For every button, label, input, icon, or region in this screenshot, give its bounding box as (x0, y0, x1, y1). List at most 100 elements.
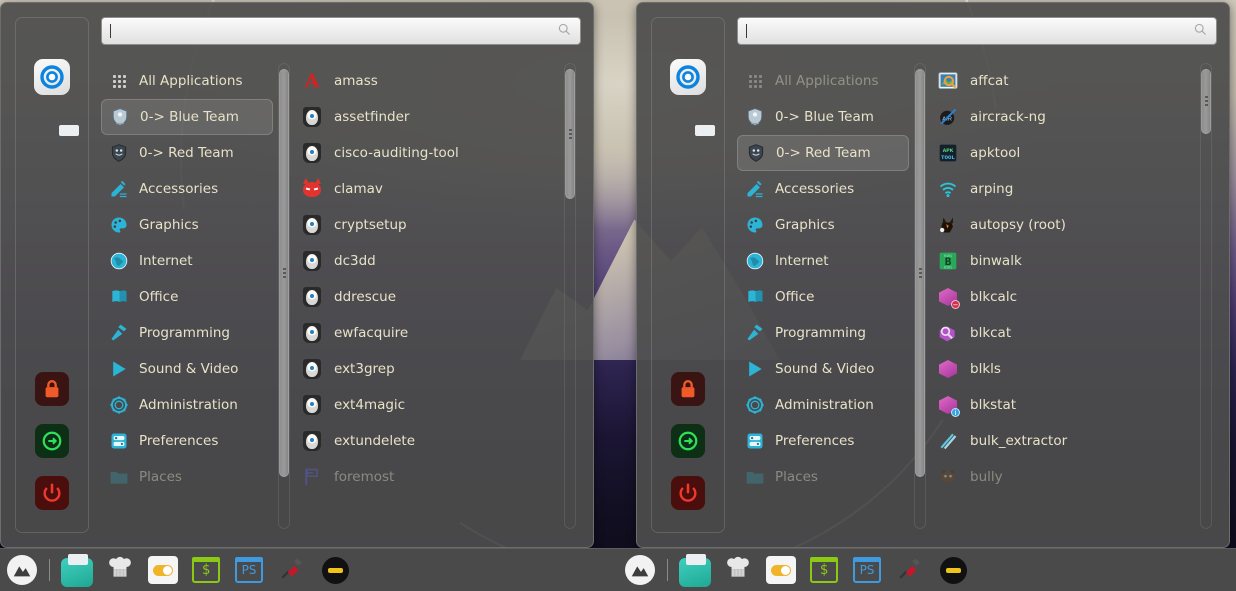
category-item-administration[interactable]: Administration (101, 387, 273, 423)
application-item-ddrescue[interactable]: ddrescue (295, 279, 559, 315)
ninja-icon (940, 557, 967, 584)
category-item-programming[interactable]: Programming (101, 315, 273, 351)
taskbar-right: $ PS (618, 549, 1236, 591)
log-out-icon (35, 424, 69, 458)
application-item-foremost[interactable]: foremost (295, 459, 559, 495)
powershell-button[interactable]: PS (851, 554, 883, 586)
category-scrollbar[interactable] (914, 63, 926, 529)
category-item-places[interactable]: Places (737, 459, 909, 495)
powershell-button[interactable]: PS (233, 554, 265, 586)
applications-menu-button[interactable] (624, 554, 656, 586)
application-item-assetfinder[interactable]: assetfinder (295, 99, 559, 135)
category-item-places[interactable]: Places (101, 459, 273, 495)
ninja-icon (322, 557, 349, 584)
category-item-0-red-team[interactable]: 0-> Red Team (101, 135, 273, 171)
ninja-button[interactable] (937, 554, 969, 586)
chef-hat-button[interactable] (104, 554, 136, 586)
search-icon (1193, 22, 1208, 41)
application-item-label: foremost (334, 469, 394, 485)
chef-hat-icon (725, 555, 751, 585)
red-team-icon (109, 143, 129, 163)
application-item-aircrack-ng[interactable]: AIRaircrack-ng (931, 99, 1195, 135)
application-item-autopsy-root[interactable]: autopsy (root) (931, 207, 1195, 243)
application-item-blkls[interactable]: blkls (931, 351, 1195, 387)
category-item-office[interactable]: Office (737, 279, 909, 315)
sidebar-button-settings[interactable] (669, 58, 707, 96)
sidebar-button-file-manager[interactable] (669, 110, 707, 148)
category-item-sound-video[interactable]: Sound & Video (737, 351, 909, 387)
search-input[interactable] (737, 17, 1217, 45)
palette-icon (109, 215, 129, 235)
category-item-0-blue-team[interactable]: 0-> Blue Team (737, 99, 909, 135)
application-item-amass[interactable]: Aamass (295, 63, 559, 99)
category-scrollbar-thumb[interactable] (279, 69, 289, 477)
category-item-label: Places (139, 469, 182, 485)
application-item-extundelete[interactable]: extundelete (295, 423, 559, 459)
ninja-button[interactable] (319, 554, 351, 586)
sidebar-button-lock-screen[interactable] (669, 370, 707, 408)
category-item-office[interactable]: Office (101, 279, 273, 315)
application-item-clamav[interactable]: clamav (295, 171, 559, 207)
category-item-accessories[interactable]: Accessories (101, 171, 273, 207)
category-item-internet[interactable]: Internet (737, 243, 909, 279)
chef-hat-button[interactable] (722, 554, 754, 586)
application-item-ewfacquire[interactable]: ewfacquire (295, 315, 559, 351)
syringe-button[interactable] (894, 554, 926, 586)
application-item-blkstat[interactable]: iblkstat (931, 387, 1195, 423)
application-scrollbar-thumb[interactable] (1201, 69, 1211, 134)
applications-menu-button[interactable] (6, 554, 38, 586)
application-scrollbar[interactable] (564, 63, 576, 529)
wifi-icon (937, 178, 959, 200)
application-item-apktool[interactable]: APKTOOLapktool (931, 135, 1195, 171)
application-scrollbar-thumb[interactable] (565, 69, 575, 199)
application-item-binwalk[interactable]: B01010101binwalk (931, 243, 1195, 279)
search-icon (557, 22, 572, 41)
application-item-label: blkstat (970, 397, 1016, 413)
sidebar-button-log-out[interactable] (669, 422, 707, 460)
application-item-bully[interactable]: bully (931, 459, 1195, 495)
category-item-accessories[interactable]: Accessories (737, 171, 909, 207)
syringe-button[interactable] (276, 554, 308, 586)
category-item-internet[interactable]: Internet (101, 243, 273, 279)
terminal-button[interactable]: $ (190, 554, 222, 586)
category-item-preferences[interactable]: Preferences (101, 423, 273, 459)
category-item-graphics[interactable]: Graphics (737, 207, 909, 243)
category-item-programming[interactable]: Programming (737, 315, 909, 351)
application-item-ext3grep[interactable]: ext3grep (295, 351, 559, 387)
application-item-label: blkcat (970, 325, 1011, 341)
category-scrollbar[interactable] (278, 63, 290, 529)
terminal-button[interactable]: $ (808, 554, 840, 586)
application-scrollbar[interactable] (1200, 63, 1212, 529)
category-item-preferences[interactable]: Preferences (737, 423, 909, 459)
application-item-dc3dd[interactable]: dc3dd (295, 243, 559, 279)
category-item-administration[interactable]: Administration (737, 387, 909, 423)
category-scrollbar-thumb[interactable] (915, 69, 925, 477)
application-item-cisco-auditing-tool[interactable]: cisco-auditing-tool (295, 135, 559, 171)
application-item-ext4magic[interactable]: ext4magic (295, 387, 559, 423)
category-item-sound-video[interactable]: Sound & Video (101, 351, 273, 387)
svg-text:0101: 0101 (944, 254, 952, 258)
sidebar-button-lock-screen[interactable] (33, 370, 71, 408)
category-item-all-applications[interactable]: All Applications (737, 63, 909, 99)
application-item-affcat[interactable]: affcat (931, 63, 1195, 99)
category-item-0-red-team[interactable]: 0-> Red Team (737, 135, 909, 171)
application-item-bulk-extractor[interactable]: bulk_extractor (931, 423, 1195, 459)
category-item-0-blue-team[interactable]: 0-> Blue Team (101, 99, 273, 135)
category-item-graphics[interactable]: Graphics (101, 207, 273, 243)
application-item-cryptsetup[interactable]: cryptsetup (295, 207, 559, 243)
sidebar-button-file-manager[interactable] (33, 110, 71, 148)
application-item-blkcalc[interactable]: −blkcalc (931, 279, 1195, 315)
sidebar-button-settings[interactable] (33, 58, 71, 96)
file-manager-button[interactable] (61, 554, 93, 586)
application-item-blkcat[interactable]: blkcat (931, 315, 1195, 351)
application-item-arping[interactable]: arping (931, 171, 1195, 207)
file-manager-button[interactable] (679, 554, 711, 586)
toggle-button[interactable] (765, 554, 797, 586)
category-item-all-applications[interactable]: All Applications (101, 63, 273, 99)
pencil-icon (745, 179, 765, 199)
search-input[interactable] (101, 17, 581, 45)
sidebar-button-log-out[interactable] (33, 422, 71, 460)
sidebar-button-shutdown[interactable] (33, 474, 71, 512)
sidebar-button-shutdown[interactable] (669, 474, 707, 512)
toggle-button[interactable] (147, 554, 179, 586)
